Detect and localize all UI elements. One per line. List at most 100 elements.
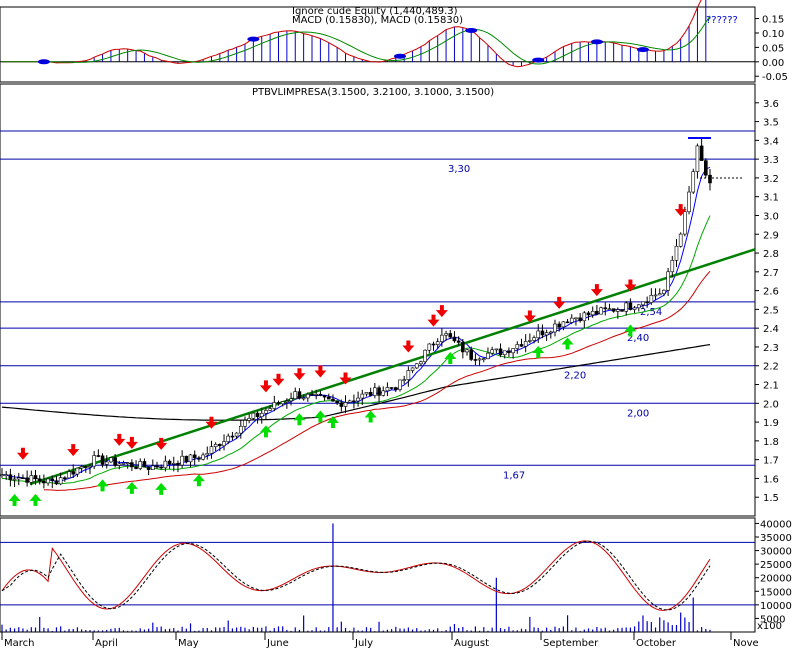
price-level-label: 3,30 xyxy=(448,164,470,175)
candle-body xyxy=(146,466,151,470)
candle-body xyxy=(83,466,88,468)
macd-panel: Ignore cude Equity (1,440,489.3) MACD (0… xyxy=(0,0,788,83)
candle-body xyxy=(46,478,50,484)
candle-body xyxy=(507,350,511,354)
candle-body xyxy=(209,446,214,454)
candle-body xyxy=(452,336,457,342)
candle-body xyxy=(192,454,197,459)
candle-body xyxy=(389,387,394,389)
month-label: March xyxy=(4,638,34,649)
sell-arrow xyxy=(402,340,415,353)
chart-stage: Ignore cude Equity (1,440,489.3) MACD (0… xyxy=(0,0,802,649)
volume-tick-label: 10000 xyxy=(760,601,792,612)
candle-body xyxy=(414,363,419,369)
macd-tick-label: -0.05 xyxy=(762,72,788,83)
candle-body xyxy=(255,412,260,417)
candle-body xyxy=(398,379,402,390)
macd-dot xyxy=(247,36,260,42)
volume-tick-label: 30000 xyxy=(760,547,792,558)
buy-arrow xyxy=(96,479,109,492)
candle-body xyxy=(117,463,122,466)
candle-body xyxy=(419,361,423,365)
candle-body xyxy=(79,466,84,469)
volume-unit-label: x100 xyxy=(757,621,782,632)
price-tick-label: 3.0 xyxy=(763,211,779,222)
price-tick-label: 2.2 xyxy=(763,362,779,373)
candle-body xyxy=(448,333,453,338)
candle-body xyxy=(222,441,226,447)
candle-body xyxy=(410,367,415,371)
candle-body xyxy=(151,465,155,470)
candle-body xyxy=(603,307,608,310)
volume-tick-label: 25000 xyxy=(760,560,792,571)
candle-body xyxy=(553,323,557,333)
candle-body xyxy=(4,474,8,477)
candle-body xyxy=(657,293,662,296)
price-tick-label: 3.6 xyxy=(763,99,779,110)
macd-tick-label: 0.05 xyxy=(762,43,784,54)
candle-body xyxy=(268,408,272,411)
candle-body xyxy=(691,171,696,193)
volume-tick-label: 15000 xyxy=(760,587,792,598)
candle-body xyxy=(42,480,46,484)
macd-dot xyxy=(590,39,603,45)
candle-body xyxy=(104,461,109,465)
candle-body xyxy=(67,471,71,479)
candle-body xyxy=(616,309,620,312)
candle-body xyxy=(465,349,469,353)
candle-body xyxy=(532,337,536,341)
candlesticks xyxy=(0,138,712,489)
candle-body xyxy=(205,453,210,456)
candle-body xyxy=(578,317,582,322)
candle-body xyxy=(71,471,76,475)
candle-body xyxy=(481,358,486,361)
candle-body xyxy=(234,432,239,437)
macd-dot xyxy=(37,59,50,65)
candle-body xyxy=(88,465,92,468)
month-label: August xyxy=(454,638,489,649)
candle-body xyxy=(393,387,398,390)
candle-body xyxy=(695,145,700,172)
price-tick-label: 3.2 xyxy=(763,174,779,185)
candle-body xyxy=(687,191,691,213)
sell-arrow xyxy=(553,296,566,309)
moving-average-long xyxy=(1,344,711,421)
moving-average-green xyxy=(2,215,711,485)
buy-arrow xyxy=(125,481,138,494)
candle-body xyxy=(595,310,599,315)
price-tick-label: 2.0 xyxy=(763,399,779,410)
month-label: May xyxy=(178,638,199,649)
candle-body xyxy=(218,444,222,447)
candle-body xyxy=(331,398,335,402)
candle-body xyxy=(515,344,520,349)
candle-body xyxy=(25,477,29,483)
oscillator-signal xyxy=(1,540,711,611)
candle-body xyxy=(590,310,595,316)
price-tick-label: 2.6 xyxy=(763,287,779,298)
candle-body xyxy=(0,474,4,477)
candle-body xyxy=(142,461,147,468)
candle-body xyxy=(301,397,306,400)
price-tick-label: 2.7 xyxy=(763,268,779,279)
price-tick-label: 2.4 xyxy=(763,324,779,335)
candle-body xyxy=(322,395,327,398)
candle-body xyxy=(423,349,427,363)
candle-body xyxy=(381,390,386,396)
price-tick-label: 3.3 xyxy=(763,155,779,166)
volume-y-axis: 400003500030000250002000015000100005000 xyxy=(755,519,792,625)
candle-body xyxy=(674,245,679,261)
candle-body xyxy=(130,462,134,468)
candle-body xyxy=(557,323,561,328)
volume-bars xyxy=(1,523,711,632)
trendline xyxy=(29,248,756,486)
price-title: PTBVLIMPRESA(3.1500, 3.2100, 3.1000, 3.1… xyxy=(252,87,494,98)
candle-body xyxy=(632,307,637,310)
sell-arrow xyxy=(314,365,327,378)
candle-body xyxy=(347,400,352,403)
candle-body xyxy=(247,418,251,421)
candle-body xyxy=(21,477,25,480)
candle-body xyxy=(310,393,314,396)
macd-tick-label: 0.10 xyxy=(762,29,784,40)
candle-body xyxy=(549,331,553,334)
candle-body xyxy=(569,317,574,323)
